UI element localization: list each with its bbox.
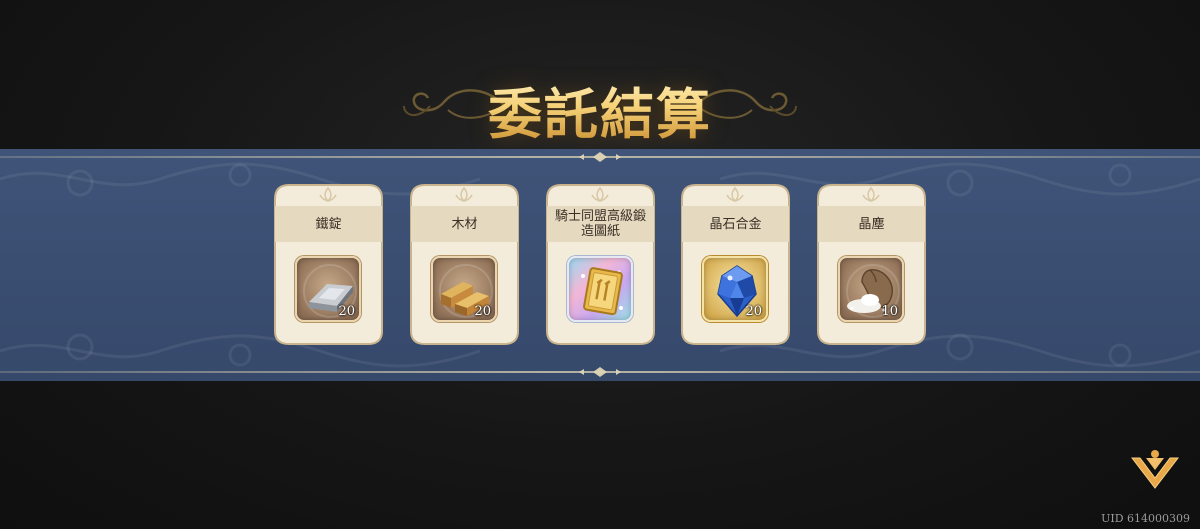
reward-quantity: 20 [338,304,355,319]
user-id-label: UID 614000309 [1101,512,1190,525]
reward-name: 晶塵 [858,216,885,232]
banner-top-line [0,156,1200,158]
reward-name: 鐵錠 [315,216,342,232]
continue-chevron-button[interactable] [1128,448,1182,496]
title-area: 委託結算 [0,62,1200,146]
reward-card-crystal-dust[interactable]: 晶塵 10 [814,181,929,348]
reward-card-crystal-alloy[interactable]: 晶石合金 20 [678,181,793,348]
reward-card-wood[interactable]: 木材 20 [407,181,522,348]
reward-slot[interactable]: 20 [295,256,361,322]
reward-card-blueprint[interactable]: 騎士同盟高級鍛造圖紙 [543,181,658,348]
reward-slot[interactable]: 20 [702,256,768,322]
reward-quantity: 10 [881,304,898,319]
page-title: 委託結算 [0,70,1200,149]
reward-name: 木材 [451,216,478,232]
reward-card-iron-ingot[interactable]: 鐵錠 20 [271,181,386,348]
reward-slot[interactable] [567,256,633,322]
reward-quantity: 20 [745,304,762,319]
reward-name: 晶石合金 [709,216,762,232]
reward-slot[interactable]: 10 [838,256,904,322]
reward-quantity: 20 [474,304,491,319]
blueprint-book-icon [581,267,623,316]
reward-name: 騎士同盟高級鍛造圖紙 [554,209,646,239]
banner-bottom-line [0,371,1200,373]
reward-slot[interactable]: 20 [431,256,497,322]
